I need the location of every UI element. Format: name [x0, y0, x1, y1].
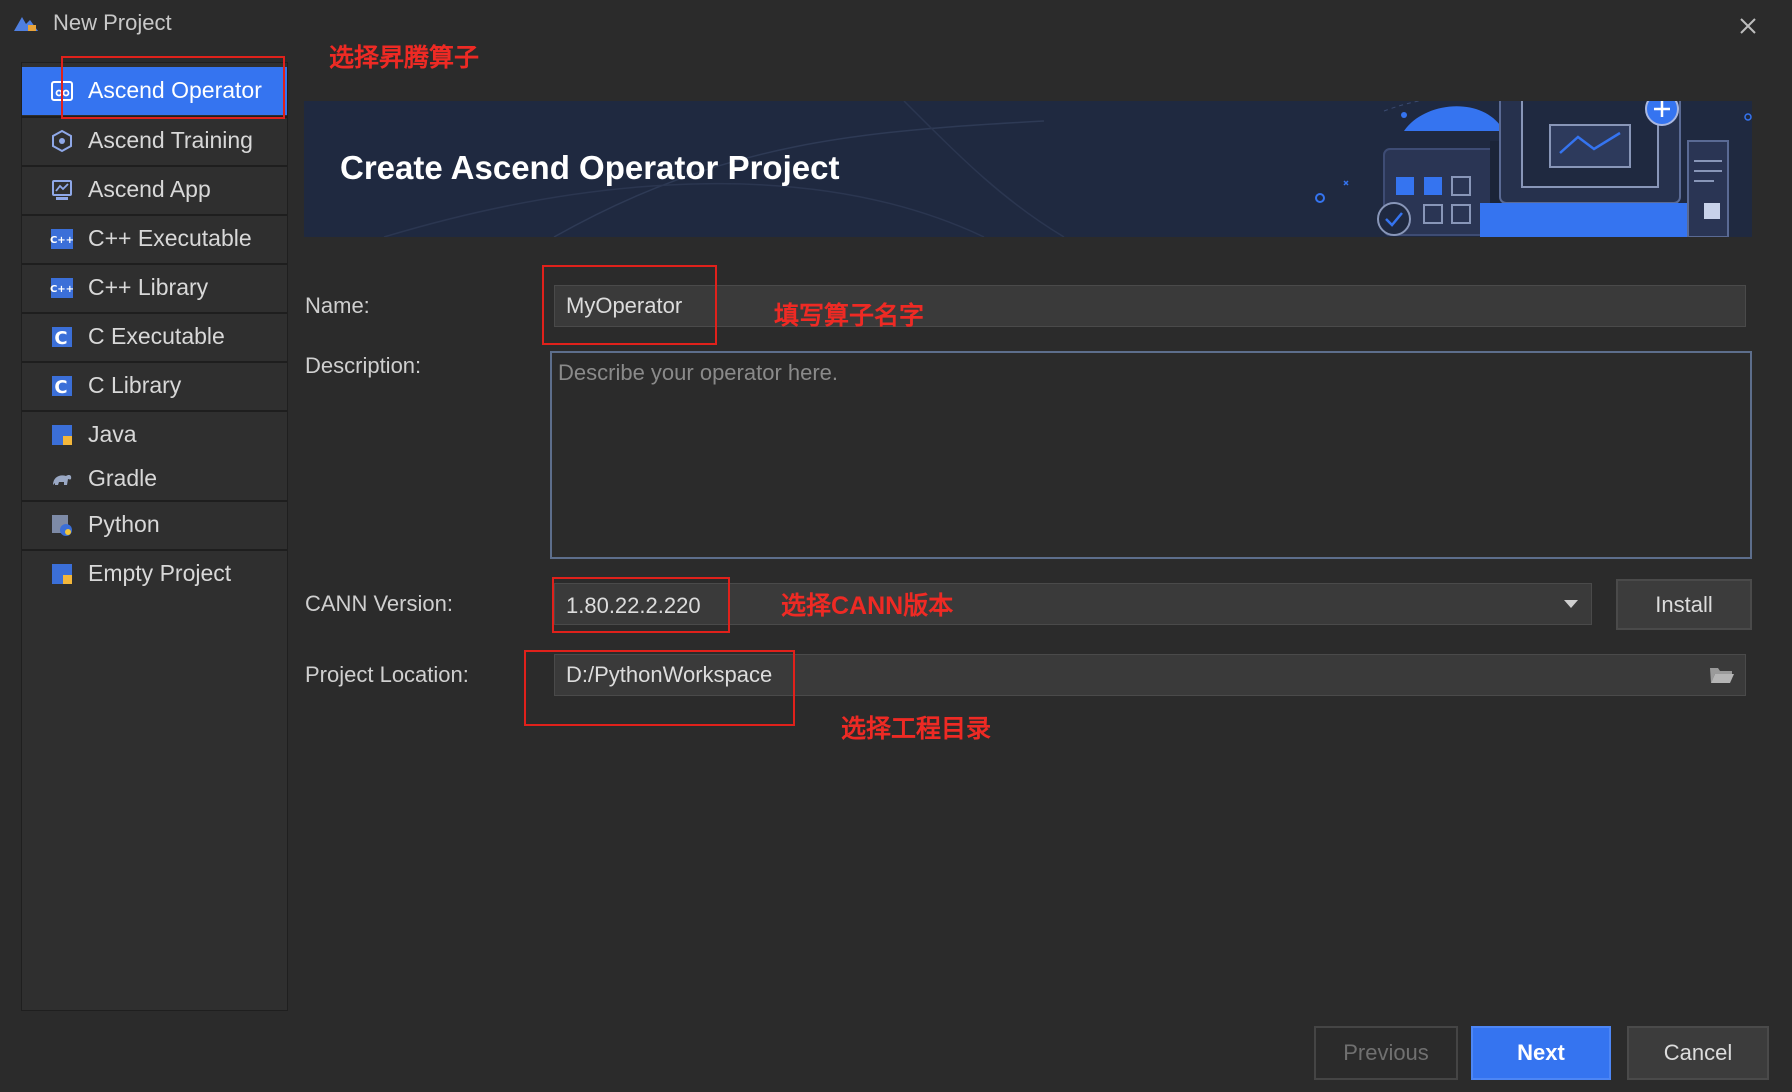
ascend-app-icon	[52, 180, 72, 200]
sidebar-item-python[interactable]: Python	[22, 501, 287, 549]
sidebar-item-label: Gradle	[88, 465, 158, 491]
description-placeholder: Describe your operator here.	[558, 360, 839, 385]
svg-text:C: C	[54, 377, 67, 398]
sidebar-item-empty-project[interactable]: Empty Project	[22, 550, 287, 598]
project-location-label: Project Location:	[305, 662, 469, 687]
sidebar-item-label: Empty Project	[88, 560, 232, 586]
sidebar-item-ascend-training[interactable]: Ascend Training	[22, 117, 287, 165]
sidebar-item-label: Python	[88, 511, 160, 537]
description-label: Description:	[305, 353, 422, 378]
annotation-select-ascend-operator: 选择昇腾算子	[329, 44, 480, 72]
sidebar-item-label: Ascend App	[88, 176, 211, 202]
header-banner: Create Ascend Operator Project	[304, 101, 1752, 237]
svg-text:C: C	[54, 328, 67, 349]
sidebar-item-label: C Executable	[88, 323, 225, 349]
ascend-training-icon	[52, 129, 72, 153]
sidebar-item-label: C++ Library	[88, 274, 209, 300]
sidebar-item-cpp-executable[interactable]: C++ C++ Executable	[22, 215, 287, 263]
name-input[interactable]	[554, 285, 1746, 327]
close-icon[interactable]	[1730, 8, 1766, 44]
sidebar-item-cpp-library[interactable]: C++ C++ Library	[22, 264, 287, 312]
sidebar-item-c-executable[interactable]: C C Executable	[22, 313, 287, 361]
sidebar-item-label: C Library	[88, 372, 182, 398]
page-title: Create Ascend Operator Project	[340, 149, 840, 186]
cpp-library-icon: C++	[50, 278, 74, 298]
svg-text:C++: C++	[50, 284, 74, 295]
sidebar-item-ascend-app[interactable]: Ascend App	[22, 166, 287, 214]
annotation-box-ascend-operator	[61, 56, 285, 119]
window-title: New Project	[53, 10, 172, 35]
chevron-down-icon[interactable]	[1562, 598, 1580, 610]
annotation-select-project-dir: 选择工程目录	[841, 715, 992, 743]
c-executable-icon: C	[52, 327, 72, 349]
annotation-select-cann-version: 选择CANN版本	[781, 592, 954, 620]
annotation-fill-operator-name: 填写算子名字	[774, 302, 925, 330]
install-button[interactable]: Install	[1616, 579, 1752, 630]
annotation-box-cann-version	[552, 577, 730, 633]
project-type-sidebar: Ascend Operator Ascend Training Ascend A…	[21, 62, 288, 1011]
title-bar: New Project	[0, 0, 1792, 50]
name-label: Name:	[305, 293, 370, 318]
sidebar-item-label: Ascend Training	[88, 127, 253, 153]
python-icon	[52, 515, 72, 536]
sidebar-item-java[interactable]: Java	[22, 411, 287, 459]
sidebar-item-label: Java	[88, 421, 137, 447]
annotation-box-project-location	[524, 650, 795, 726]
sidebar-item-c-library[interactable]: C C Library	[22, 362, 287, 410]
java-icon	[52, 425, 72, 445]
c-library-icon: C	[52, 376, 72, 398]
svg-text:C++: C++	[50, 235, 74, 246]
app-icon	[14, 17, 38, 31]
cann-version-label: CANN Version:	[305, 591, 453, 616]
annotation-box-name	[542, 265, 717, 345]
sidebar-item-gradle[interactable]: Gradle	[22, 455, 287, 503]
gradle-icon	[53, 475, 72, 485]
cpp-executable-icon: C++	[50, 229, 74, 249]
cancel-button[interactable]: Cancel	[1627, 1026, 1769, 1080]
next-button[interactable]: Next	[1471, 1026, 1611, 1080]
previous-button[interactable]: Previous	[1314, 1026, 1458, 1080]
folder-icon[interactable]	[1708, 664, 1736, 686]
sidebar-item-label: C++ Executable	[88, 225, 252, 251]
empty-project-icon	[52, 564, 72, 584]
